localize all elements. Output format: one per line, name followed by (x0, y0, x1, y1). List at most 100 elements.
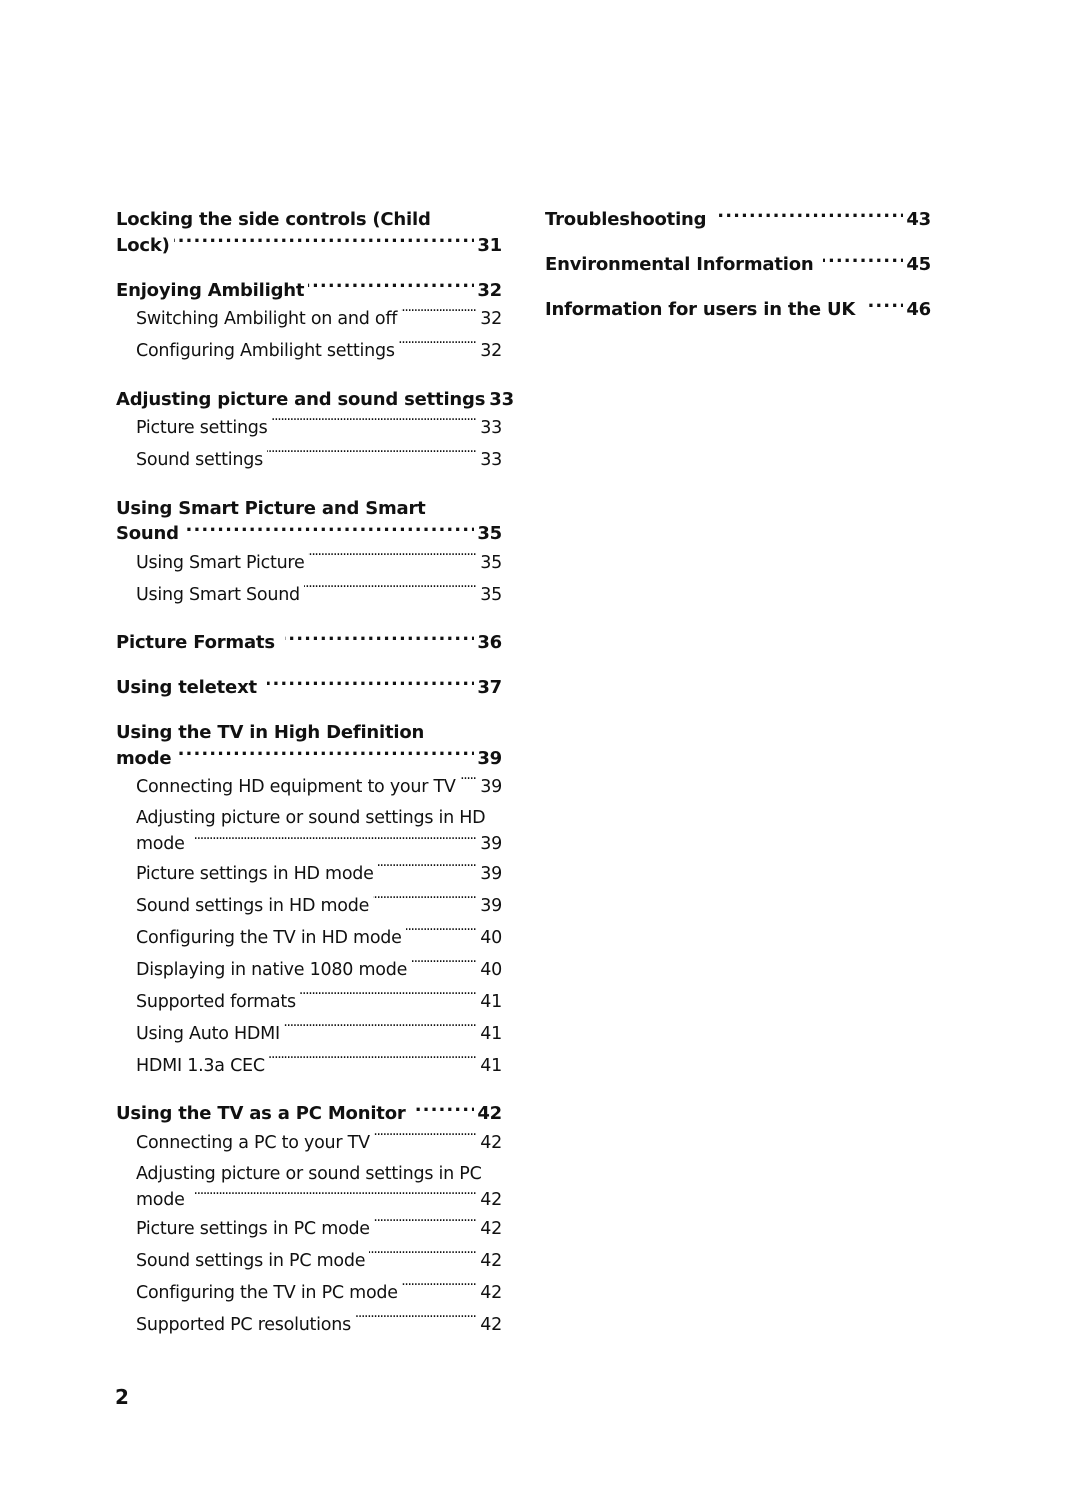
toc-entry-page: 39 (477, 747, 502, 769)
dot-leader (183, 521, 474, 539)
toc-subentry[interactable]: Switching Ambilight on and off 32 (116, 303, 502, 335)
toc-entry[interactable]: Environmental Information 45 (545, 252, 931, 278)
toc-subentry-title-line1: Adjusting picture or sound settings in H… (136, 808, 486, 828)
toc-subentry-page: 32 (480, 341, 502, 361)
toc-subentry[interactable]: Displaying in native 1080 mode 40 (116, 954, 502, 986)
toc-subentry[interactable]: Sound settings in PC mode 42 (116, 1245, 502, 1277)
dot-leader (272, 416, 478, 434)
toc-subentry-page: 40 (480, 959, 502, 980)
toc-subentry-title: Displaying in native 1080 mode (136, 959, 408, 980)
dot-leader (269, 1053, 477, 1071)
toc-subentry[interactable]: Using Auto HDMI 41 (116, 1018, 502, 1050)
toc-entry[interactable]: Locking the side controls (Child Lock) 3… (116, 207, 502, 258)
toc-subentry-title: Supported formats (136, 991, 296, 1012)
toc-subentry-page: 39 (480, 777, 502, 797)
page-number: 2 (115, 1385, 129, 1409)
toc-subentry-title: Using Smart Sound (136, 584, 300, 605)
toc-subentry[interactable]: Picture settings 33 (116, 412, 502, 444)
toc-entry-title: Lock) (116, 234, 170, 256)
toc-subentry[interactable]: Configuring Ambilight settings 32 (116, 335, 502, 367)
toc-subentry[interactable]: Supported PC resolutions 42 (116, 1309, 502, 1341)
toc-subentry-page: 39 (480, 834, 502, 854)
dot-leader (865, 297, 903, 315)
dot-leader (195, 832, 478, 850)
dot-leader (267, 675, 474, 693)
dot-leader (308, 550, 477, 568)
dot-leader (716, 207, 903, 225)
toc-subentry[interactable]: Using Smart Sound 35 (116, 579, 502, 611)
toc-subentry-title: Configuring the TV in HD mode (136, 927, 402, 948)
toc-entry[interactable]: Picture Formats 36 (116, 630, 502, 656)
dot-leader (174, 233, 475, 251)
toc-subentry-page: 39 (480, 895, 502, 916)
dot-leader (401, 307, 477, 325)
toc-entry-page: 42 (477, 1103, 502, 1124)
toc-entry-page: 45 (906, 254, 931, 275)
dot-leader (411, 957, 477, 975)
toc-entry-title: Information for users in the UK (545, 299, 856, 320)
toc-subentry-title: Sound settings in PC mode (136, 1251, 366, 1271)
toc-entry-title: Sound (116, 523, 179, 544)
toc-subentry-page: 33 (480, 418, 502, 438)
toc-entry-title: mode (116, 747, 172, 769)
dot-leader (373, 893, 477, 911)
toc-entry-page: 37 (477, 677, 502, 698)
toc-entry-title: Using teletext (116, 677, 257, 698)
dot-leader (416, 1101, 475, 1119)
toc-entry-page: 33 (489, 388, 514, 410)
toc-subentry[interactable]: Adjusting picture or sound settings in P… (116, 1162, 502, 1214)
dot-leader (399, 339, 478, 357)
dot-leader (374, 1217, 477, 1235)
toc-entry[interactable]: Information for users in the UK 46 (545, 297, 931, 323)
toc-subentry-page: 40 (480, 927, 502, 948)
toc-subentry-page: 35 (480, 584, 502, 605)
toc-subentry[interactable]: Sound settings 33 (116, 444, 502, 476)
toc-subentry-title: Using Smart Picture (136, 552, 305, 573)
toc-entry[interactable]: Using teletext 37 (116, 675, 502, 701)
toc-entry-page: 46 (906, 299, 931, 320)
toc-subentry[interactable]: Connecting a PC to your TV 42 (116, 1127, 502, 1159)
toc-subentry[interactable]: Supported formats 41 (116, 986, 502, 1018)
toc-subentry[interactable]: HDMI 1.3a CEC 41 (116, 1050, 502, 1082)
toc-subentry[interactable]: Sound settings in HD mode 39 (116, 890, 502, 922)
toc-subentry[interactable]: Using Smart Picture 35 (116, 547, 502, 579)
toc-subentry-page: 42 (480, 1251, 502, 1271)
toc-subentry[interactable]: Connecting HD equipment to your TV 39 (116, 771, 502, 803)
toc-subentry[interactable]: Configuring the TV in HD mode 40 (116, 922, 502, 954)
dot-leader (285, 630, 475, 648)
dot-leader (284, 1021, 477, 1039)
toc-subentry[interactable]: Adjusting picture or sound settings in H… (116, 806, 502, 858)
toc-entry-title: Adjusting picture and sound settings (116, 388, 486, 410)
toc-entry-page: 31 (477, 234, 502, 256)
toc-subentry-page: 42 (480, 1315, 502, 1335)
toc-entry[interactable]: Enjoying Ambilight 32 Switching Ambiligh… (116, 278, 502, 368)
toc-subentry[interactable]: Picture settings in PC mode 42 (116, 1213, 502, 1245)
toc-subentry-title: Supported PC resolutions (136, 1315, 351, 1335)
toc-entry-title: Environmental Information (545, 254, 814, 275)
dot-leader (304, 582, 477, 600)
toc-subentry[interactable]: Configuring the TV in PC mode 42 (116, 1277, 502, 1309)
toc-subentry-page: 42 (480, 1189, 502, 1210)
toc-subentry-page: 42 (480, 1132, 502, 1153)
toc-subentry-title: mode (136, 834, 185, 854)
toc-entry[interactable]: Using Smart Picture and Smart Sound 35 U… (116, 496, 502, 611)
toc-entry[interactable]: Using the TV in High Definition mode 39 … (116, 720, 502, 1082)
toc-entry-page: 32 (477, 279, 502, 301)
toc-entry-title: Using the TV as a PC Monitor (116, 1103, 406, 1124)
toc-subentry-title: Picture settings in PC mode (136, 1219, 370, 1239)
toc-subentry-title: Picture settings (136, 418, 268, 438)
toc-subentry-page: 42 (480, 1219, 502, 1239)
toc-entry-title: Picture Formats (116, 632, 275, 653)
toc-subentry-title-line1: Adjusting picture or sound settings in P… (136, 1163, 482, 1184)
toc-subentry-page: 42 (480, 1283, 502, 1303)
toc-subentry-title: Connecting HD equipment to your TV (136, 777, 456, 797)
toc-subentry[interactable]: Picture settings in HD mode 39 (116, 858, 502, 890)
dot-leader (195, 1187, 478, 1205)
toc-subentry-title: Connecting a PC to your TV (136, 1132, 370, 1153)
toc-entry-page: 43 (906, 209, 931, 230)
toc-entry[interactable]: Adjusting picture and sound settings 33 … (116, 387, 514, 477)
dot-leader (267, 448, 477, 466)
toc-entry-title: Troubleshooting (545, 209, 707, 230)
toc-entry[interactable]: Using the TV as a PC Monitor 42 Connecti… (116, 1101, 502, 1341)
toc-entry[interactable]: Troubleshooting 43 (545, 207, 931, 233)
